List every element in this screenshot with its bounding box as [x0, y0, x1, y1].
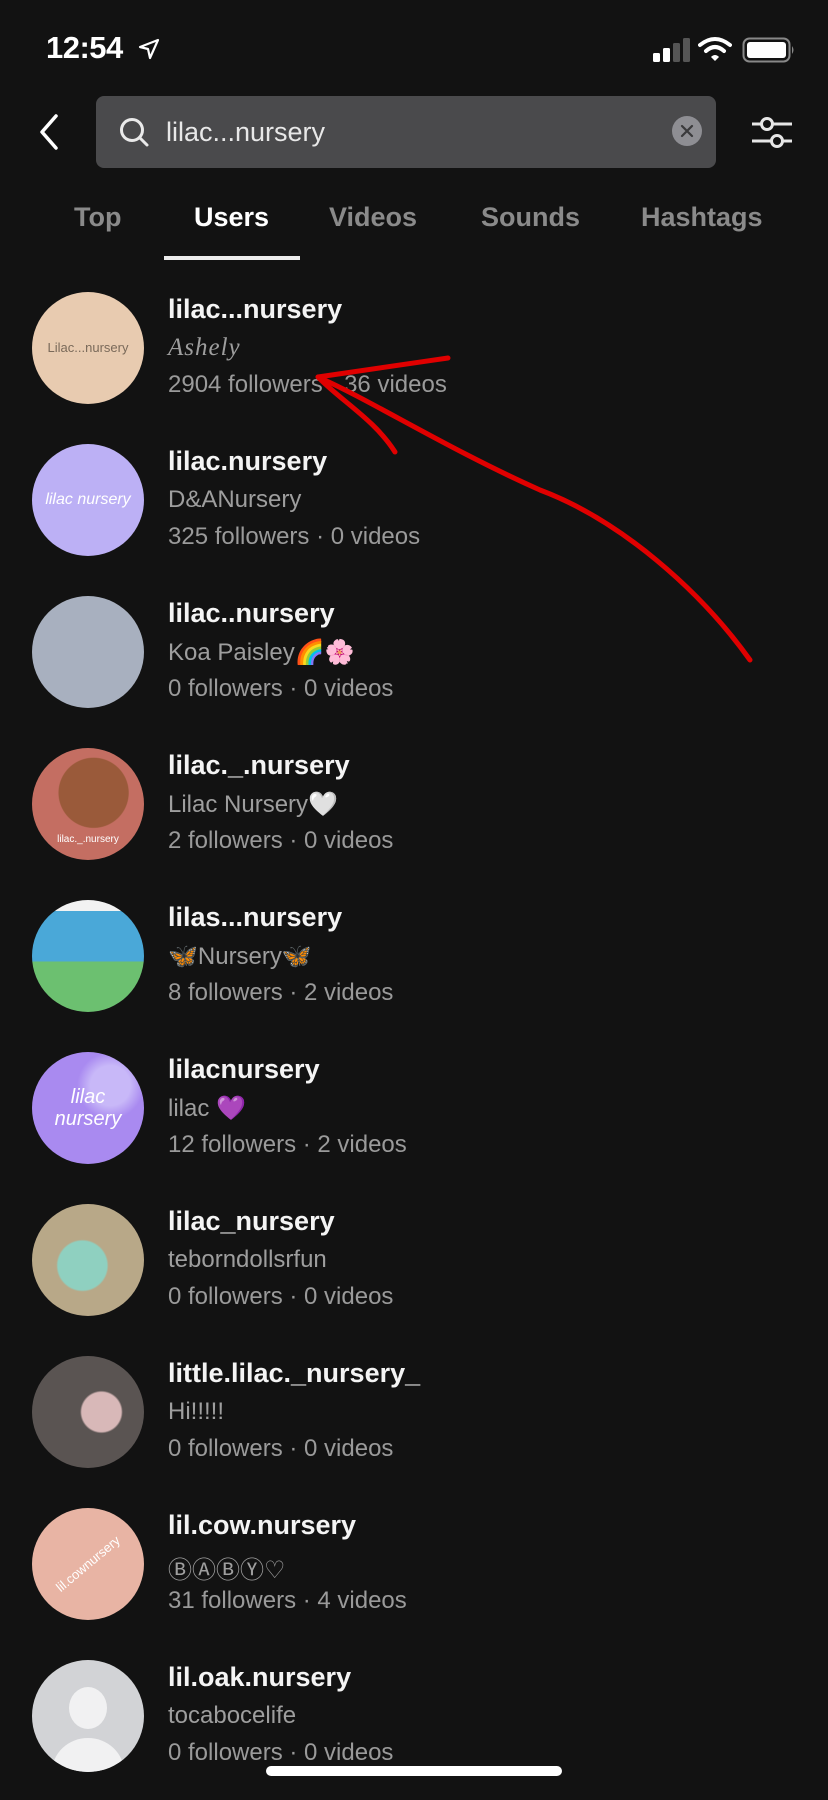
wifi-icon [698, 37, 732, 61]
search-bar[interactable] [96, 96, 716, 168]
home-indicator[interactable] [266, 1766, 562, 1776]
default-avatar-icon [52, 1687, 124, 1772]
user-row[interactable]: lil.cownursery lil.cow.nursery ⒷⒶⒷⓎ♡ 31 … [0, 1496, 828, 1648]
user-row[interactable]: lilac..nursery Koa Paisley🌈🌸 0 followers… [0, 584, 828, 736]
follower-stats: 31 followers · 4 videos [168, 1587, 407, 1614]
username: lil.oak.nursery [168, 1662, 352, 1692]
username: little.lilac._nursery_ [168, 1358, 421, 1388]
location-arrow-icon [138, 38, 160, 60]
follower-stats: 12 followers · 2 videos [168, 1131, 407, 1158]
avatar-label: lilac nursery [54, 1086, 122, 1130]
active-tab-indicator [164, 256, 300, 260]
user-row[interactable]: lilac_nursery teborndollsrfun 0 follower… [0, 1192, 828, 1344]
nickname: Koa Paisley🌈🌸 [168, 639, 355, 666]
follower-stats: 0 followers · 0 videos [168, 1283, 394, 1310]
username: lilac_nursery [168, 1206, 335, 1236]
search-input[interactable] [166, 96, 626, 168]
user-row[interactable]: lilac nursery lilac.nursery D&ANursery 3… [0, 432, 828, 584]
cellular-signal-icon [653, 38, 690, 62]
nickname: D&ANursery [168, 486, 302, 513]
battery-icon [742, 37, 794, 63]
username: lilas...nursery [168, 902, 343, 932]
status-time: 12:54 [46, 30, 123, 65]
avatar [32, 596, 144, 708]
user-row[interactable]: Lilac...nursery lilac...nursery Ashely 2… [0, 280, 828, 432]
avatar: Lilac...nursery [32, 292, 144, 404]
nickname: tocabocelife [168, 1702, 297, 1729]
tab-hashtags[interactable]: Hashtags [641, 202, 763, 233]
follower-stats: 0 followers · 0 videos [168, 1435, 394, 1462]
username: lilac._.nursery [168, 750, 350, 780]
avatar-label: lilac._.nursery [57, 833, 119, 845]
tab-sounds[interactable]: Sounds [481, 202, 580, 233]
username: lilac...nursery [168, 294, 343, 324]
avatar-label: lil.cownursery [52, 1532, 123, 1595]
user-row[interactable]: little.lilac._nursery_ Hi!!!!! 0 followe… [0, 1344, 828, 1496]
avatar-label: Lilac...nursery [47, 339, 129, 355]
username: lilac.nursery [168, 446, 328, 476]
avatar-label: lilac nursery [45, 491, 131, 509]
follower-stats: 325 followers · 0 videos [168, 523, 421, 550]
user-row[interactable]: lilas...nursery 🦋Nursery🦋 8 followers · … [0, 888, 828, 1040]
avatar: lilac nursery [32, 444, 144, 556]
search-icon [120, 118, 149, 147]
nickname: teborndollsrfun [168, 1246, 327, 1273]
avatar [32, 1660, 144, 1772]
filter-sliders-button[interactable] [748, 112, 794, 152]
tab-users[interactable]: Users [194, 202, 269, 233]
username: lil.cow.nursery [168, 1510, 357, 1540]
sliders-icon [752, 117, 792, 148]
back-button[interactable] [28, 108, 68, 156]
nickname: Lilac Nursery🤍 [168, 791, 338, 818]
nickname: Hi!!!!! [168, 1398, 225, 1425]
avatar: lilac._.nursery [32, 748, 144, 860]
nickname: lilac 💜 [168, 1095, 246, 1122]
follower-stats: 2904 followers · 36 videos [168, 371, 447, 398]
user-row[interactable]: lil.oak.nursery tocabocelife 0 followers… [0, 1648, 828, 1800]
clear-x-icon [680, 124, 694, 138]
chevron-left-icon [40, 114, 58, 150]
avatar: lil.cownursery [32, 1508, 144, 1620]
nickname: 🦋Nursery🦋 [168, 943, 312, 970]
clear-search-button[interactable] [672, 116, 702, 146]
user-row[interactable]: lilac._.nursery lilac._.nursery Lilac Nu… [0, 736, 828, 888]
follower-stats: 8 followers · 2 videos [168, 979, 394, 1006]
follower-stats: 0 followers · 0 videos [168, 675, 394, 702]
nickname: ⒷⒶⒷⓎ♡ [168, 1557, 286, 1584]
avatar [32, 900, 144, 1012]
username: lilacnursery [168, 1054, 320, 1084]
avatar [32, 1356, 144, 1468]
avatar: lilac nursery [32, 1052, 144, 1164]
tab-videos[interactable]: Videos [329, 202, 417, 233]
nickname: Ashely [168, 334, 241, 361]
search-tabs: Top Users Videos Sounds Hashtags [0, 190, 828, 260]
username: lilac..nursery [168, 598, 335, 628]
user-row[interactable]: lilac nursery lilacnursery lilac 💜 12 fo… [0, 1040, 828, 1192]
follower-stats: 2 followers · 0 videos [168, 827, 394, 854]
follower-stats: 0 followers · 0 videos [168, 1739, 394, 1766]
status-bar: 12:54 [0, 0, 828, 90]
tab-top[interactable]: Top [74, 202, 121, 233]
avatar [32, 1204, 144, 1316]
